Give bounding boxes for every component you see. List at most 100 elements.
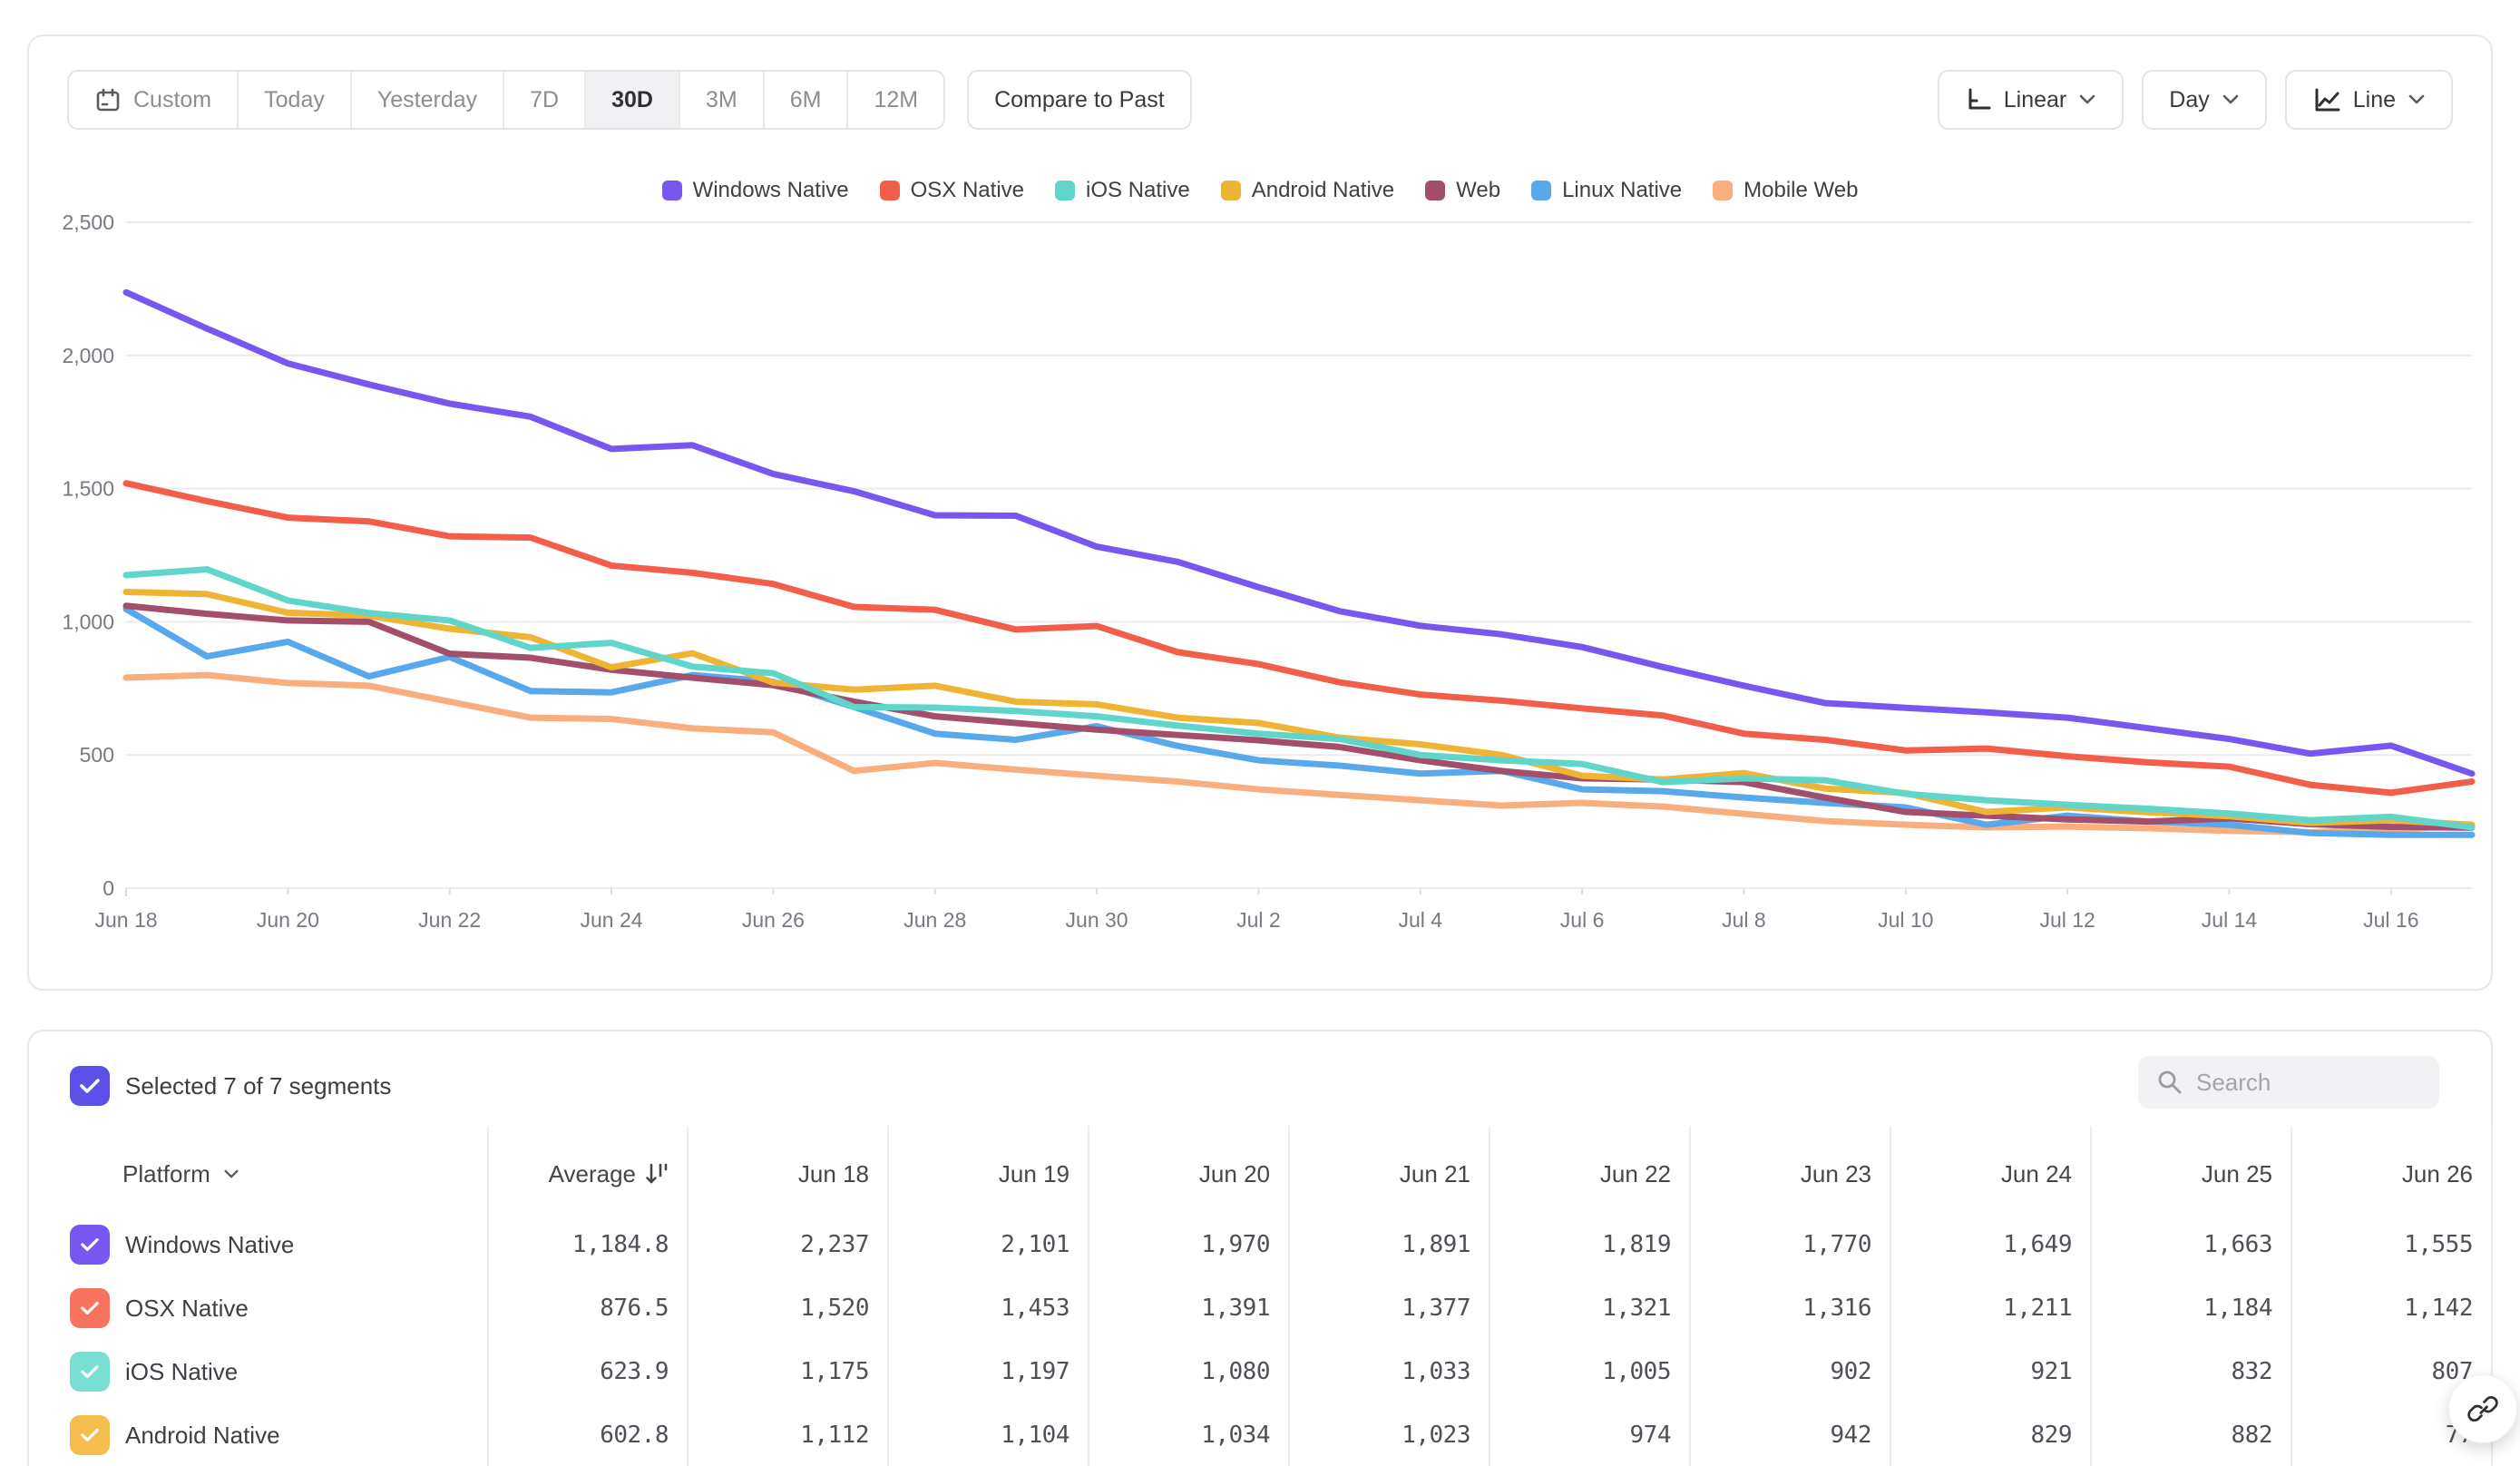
- daily-value: 1,197: [896, 1340, 1070, 1403]
- column-header-platform[interactable]: Platform: [122, 1140, 239, 1207]
- column-divider: [1088, 1126, 1089, 1466]
- daily-value: 2,101: [896, 1213, 1070, 1276]
- daily-value: 1,005: [1498, 1340, 1671, 1403]
- column-divider: [1689, 1126, 1691, 1466]
- row-checkbox[interactable]: [70, 1415, 110, 1455]
- checkmark-icon: [80, 1363, 100, 1380]
- table-search[interactable]: [2138, 1056, 2439, 1109]
- series-line-windows-native[interactable]: [126, 292, 2472, 774]
- column-header-jun-22[interactable]: Jun 22: [1489, 1140, 1671, 1207]
- daily-value: 1,316: [1698, 1276, 1871, 1340]
- analytics-dashboard: Custom Today Yesterday 7D 30D 3M 6M 12M …: [0, 0, 2520, 1466]
- daily-value: 77: [2300, 1403, 2473, 1466]
- daily-value: 1,023: [1297, 1403, 1470, 1466]
- row-checkbox[interactable]: [70, 1225, 110, 1265]
- checkmark-icon: [80, 1236, 100, 1253]
- daily-value: 1,211: [1899, 1276, 2072, 1340]
- column-divider: [887, 1126, 889, 1466]
- daily-value: 1,970: [1097, 1213, 1270, 1276]
- segments-table-card: Selected 7 of 7 segments Platform Averag…: [27, 1030, 2493, 1466]
- average-value: 1,184.8: [496, 1213, 669, 1276]
- column-divider: [687, 1126, 689, 1466]
- y-axis-tick-label: 500: [80, 743, 114, 767]
- daily-value: 1,649: [1899, 1213, 2072, 1276]
- x-axis-tick-label: Jul 4: [1398, 908, 1442, 932]
- sort-descending-icon: [645, 1161, 669, 1187]
- column-header-jun-23[interactable]: Jun 23: [1689, 1140, 1871, 1207]
- x-axis-tick-label: Jun 26: [742, 908, 805, 932]
- daily-value: 1,520: [696, 1276, 869, 1340]
- daily-value: 1,321: [1498, 1276, 1671, 1340]
- x-axis-tick-label: Jul 10: [1878, 908, 1933, 932]
- daily-value: 1,891: [1297, 1213, 1470, 1276]
- checkmark-icon: [79, 1077, 101, 1095]
- column-header-jun-18[interactable]: Jun 18: [687, 1140, 869, 1207]
- column-header-jun-20[interactable]: Jun 20: [1088, 1140, 1270, 1207]
- daily-value: 921: [1899, 1340, 2072, 1403]
- column-header-jun-25[interactable]: Jun 25: [2090, 1140, 2272, 1207]
- daily-value: 1,663: [2099, 1213, 2272, 1276]
- platform-label: OSX Native: [125, 1295, 249, 1323]
- x-axis-tick-label: Jul 12: [2039, 908, 2095, 932]
- daily-value: 942: [1698, 1403, 1871, 1466]
- column-divider: [1890, 1126, 1891, 1466]
- daily-value: 1,175: [696, 1340, 869, 1403]
- row-checkbox[interactable]: [70, 1352, 110, 1392]
- y-axis-tick-label: 2,500: [62, 210, 114, 234]
- column-divider: [2290, 1126, 2292, 1466]
- column-divider: [1489, 1126, 1490, 1466]
- search-input[interactable]: [2196, 1069, 2405, 1097]
- x-axis-tick-label: Jun 22: [418, 908, 481, 932]
- daily-value: 1,184: [2099, 1276, 2272, 1340]
- average-value: 602.8: [496, 1403, 669, 1466]
- row-checkbox[interactable]: [70, 1288, 110, 1328]
- column-header-average[interactable]: Average: [487, 1140, 669, 1207]
- chevron-down-icon: [223, 1169, 239, 1179]
- x-axis-tick-label: Jun 20: [257, 908, 319, 932]
- x-axis-tick-label: Jun 30: [1066, 908, 1128, 932]
- x-axis-tick-label: Jul 2: [1236, 908, 1281, 932]
- daily-value: 902: [1698, 1340, 1871, 1403]
- x-axis-tick-label: Jun 24: [581, 908, 643, 932]
- daily-value: 1,555: [2300, 1213, 2473, 1276]
- daily-value: 832: [2099, 1340, 2272, 1403]
- platform-label: Android Native: [125, 1422, 280, 1450]
- daily-value: 974: [1498, 1403, 1671, 1466]
- column-divider: [1288, 1126, 1290, 1466]
- daily-value: 1,080: [1097, 1340, 1270, 1403]
- checkmark-icon: [80, 1427, 100, 1443]
- daily-value: 807: [2300, 1340, 2473, 1403]
- search-icon: [2156, 1069, 2183, 1096]
- x-axis-tick-label: Jul 8: [1722, 908, 1766, 932]
- table-row-osx-native: OSX Native876.51,5201,4531,3911,3771,321…: [29, 1276, 2491, 1340]
- x-axis-tick-label: Jun 18: [94, 908, 157, 932]
- series-line-ios-native[interactable]: [126, 570, 2472, 827]
- platform-label: Windows Native: [125, 1231, 294, 1259]
- column-header-jun-26[interactable]: Jun 26: [2290, 1140, 2473, 1207]
- x-axis-tick-label: Jul 16: [2363, 908, 2418, 932]
- column-header-jun-19[interactable]: Jun 19: [887, 1140, 1070, 1207]
- daily-value: 1,033: [1297, 1340, 1470, 1403]
- select-all-checkbox[interactable]: [70, 1066, 110, 1106]
- table-row-android-native: Android Native602.81,1121,1041,0341,0239…: [29, 1403, 2491, 1466]
- x-axis-tick-label: Jul 14: [2202, 908, 2258, 932]
- selection-summary: Selected 7 of 7 segments: [70, 1066, 391, 1106]
- daily-value: 1,377: [1297, 1276, 1470, 1340]
- column-header-jun-21[interactable]: Jun 21: [1288, 1140, 1470, 1207]
- average-value: 876.5: [496, 1276, 669, 1340]
- table-header-row: Platform Average Jun 18 Jun 19 Jun 20 Jun 2…: [29, 1140, 2491, 1207]
- chart-card: Custom Today Yesterday 7D 30D 3M 6M 12M …: [27, 34, 2493, 991]
- link-icon: [2466, 1393, 2499, 1425]
- table-row-ios-native: iOS Native 623.9 1,175 1,197 1,080 1,033 1,005…: [29, 1340, 2491, 1403]
- line-chart[interactable]: 2,5002,0001,5001,0005000Jun 18Jun 20Jun …: [29, 36, 2495, 992]
- y-axis-tick-label: 1,500: [62, 477, 114, 501]
- x-axis-tick-label: Jul 6: [1560, 908, 1605, 932]
- platform-label: iOS Native: [125, 1358, 238, 1386]
- average-value: 623.9: [496, 1340, 669, 1403]
- daily-value: 1,819: [1498, 1213, 1671, 1276]
- checkmark-icon: [80, 1300, 100, 1316]
- daily-value: 1,391: [1097, 1276, 1270, 1340]
- share-link-button[interactable]: [2448, 1374, 2517, 1443]
- column-header-jun-24[interactable]: Jun 24: [1890, 1140, 2072, 1207]
- daily-value: 1,034: [1097, 1403, 1270, 1466]
